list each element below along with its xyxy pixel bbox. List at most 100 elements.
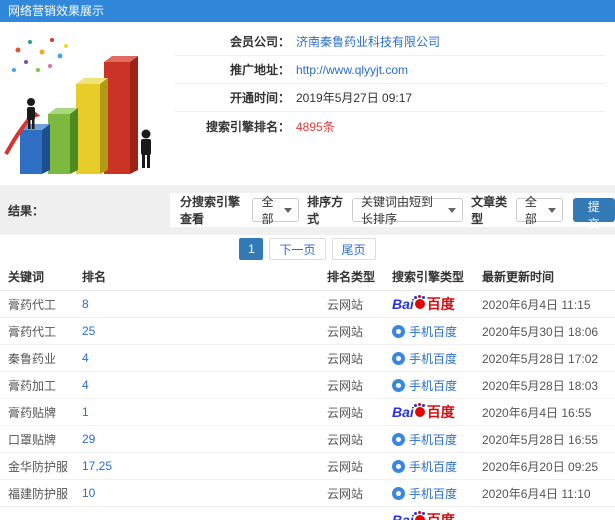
filter-panel: 分搜索引擎查看 全部 排序方式 关键词由短到长排序 文章类型 全部 提交 <box>170 193 615 231</box>
table-row: Bai 百度 <box>0 507 615 520</box>
table-row: 福建防护服 10 云网站 手机百度 2020年6月4日 11:10 <box>0 480 615 507</box>
mobile-baidu-link[interactable]: 手机百度 <box>392 377 457 394</box>
pagination-last[interactable]: 尾页 <box>331 238 376 260</box>
mobile-baidu-link[interactable]: 手机百度 <box>392 350 457 367</box>
mobile-baidu-label: 手机百度 <box>409 351 458 366</box>
keyword-cell: 福建防护服 <box>8 486 69 501</box>
baidu-paw-icon <box>413 404 425 417</box>
rank-link[interactable]: 1 <box>82 405 327 419</box>
col-rank: 排名 <box>82 270 107 284</box>
chart-illustration <box>0 22 175 185</box>
chevron-down-icon <box>284 207 293 213</box>
time-cell: 2020年5月30日 18:06 <box>482 324 599 339</box>
article-type-select[interactable]: 全部 <box>515 195 563 226</box>
baidu-logo-text-du: 百度 <box>426 296 455 312</box>
baidu-logo-text-bai: Bai <box>392 404 414 420</box>
time-cell: 2020年5月28日 16:55 <box>482 432 599 447</box>
article-type-value: 全部 <box>524 195 537 226</box>
keyword-cell: 金华防护服 <box>8 459 69 474</box>
pagination-next[interactable]: 下一页 <box>269 238 326 260</box>
table-row: 秦鲁药业 4 云网站 手机百度 2020年5月28日 17:02 <box>0 345 615 372</box>
engine-cell: 手机百度 <box>392 485 482 502</box>
baidu-paw-icon <box>413 512 425 520</box>
table-row: 口罩贴牌 29 云网站 手机百度 2020年5月28日 16:55 <box>0 426 615 453</box>
sort-filter-value: 关键词由短到长排序 <box>360 195 433 226</box>
table-header-row: 关键词 排名 排名类型 搜索引擎类型 最新更新时间 <box>0 263 615 291</box>
baidu-logo-text-du: 百度 <box>426 512 455 520</box>
pagination-page-1[interactable]: 1 <box>239 238 264 260</box>
rank-link[interactable]: 4 <box>82 351 327 365</box>
mobile-baidu-icon <box>392 432 405 446</box>
time-cell: 2020年5月28日 17:02 <box>482 351 599 366</box>
sort-filter-label: 排序方式 <box>307 195 344 226</box>
baidu-paw-icon <box>413 296 425 309</box>
table-row: 膏药加工 4 云网站 手机百度 2020年5月28日 18:03 <box>0 372 615 399</box>
open-time-label: 开通时间： <box>229 91 290 105</box>
chevron-down-icon <box>448 207 457 213</box>
engine-filter-label: 分搜索引擎查看 <box>180 195 241 226</box>
rank-type-cell: 云网站 <box>327 351 364 366</box>
mobile-baidu-label: 手机百度 <box>409 324 458 339</box>
mobile-baidu-link[interactable]: 手机百度 <box>392 431 457 448</box>
rank-link[interactable]: 10 <box>82 486 327 500</box>
submit-button[interactable]: 提交 <box>572 198 615 231</box>
engine-cell: 手机百度 <box>392 350 482 367</box>
mobile-baidu-link[interactable]: 手机百度 <box>392 458 457 475</box>
mobile-baidu-label: 手机百度 <box>409 459 458 474</box>
keyword-cell: 秦鲁药业 <box>8 351 57 366</box>
mobile-baidu-label: 手机百度 <box>409 432 458 447</box>
baidu-logo[interactable]: Bai 百度 <box>392 402 455 422</box>
engine-filter-select[interactable]: 全部 <box>252 195 300 226</box>
time-cell: 2020年6月4日 16:55 <box>482 405 592 420</box>
mobile-baidu-icon <box>392 324 405 338</box>
mobile-baidu-link[interactable]: 手机百度 <box>392 485 457 502</box>
rank-link[interactable]: 25 <box>82 324 327 338</box>
time-cell: 2020年6月20日 09:25 <box>482 459 599 474</box>
chevron-down-icon <box>547 207 556 213</box>
open-time-value: 2019年5月27日 09:17 <box>296 91 413 105</box>
member-company-label: 会员公司： <box>229 35 290 49</box>
rank-link[interactable]: 17,25 <box>82 459 327 473</box>
baidu-logo[interactable]: Bai 百度 <box>392 294 455 314</box>
rank-link[interactable]: 8 <box>82 297 327 311</box>
sort-filter-select[interactable]: 关键词由短到长排序 <box>351 195 464 226</box>
col-update-time: 最新更新时间 <box>482 270 555 284</box>
field-member-company: 会员公司： 济南秦鲁药业科技有限公司 <box>175 28 605 56</box>
member-company-link[interactable]: 济南秦鲁药业科技有限公司 <box>296 33 440 50</box>
mobile-baidu-icon <box>392 486 405 500</box>
table-row: 金华防护服 17,25 云网站 手机百度 2020年6月20日 09:25 <box>0 453 615 480</box>
rank-type-cell: 云网站 <box>327 432 364 447</box>
filter-band: 结果： 分搜索引擎查看 全部 排序方式 关键词由短到长排序 文章类型 全部 提交 <box>0 193 615 231</box>
mobile-baidu-label: 手机百度 <box>409 486 458 501</box>
rank-type-cell: 云网站 <box>327 297 364 312</box>
baidu-logo-text-bai: Bai <box>392 296 414 312</box>
company-info: 会员公司： 济南秦鲁药业科技有限公司 推广地址： http://www.qlyy… <box>175 22 615 185</box>
mobile-baidu-icon <box>392 459 405 473</box>
table-body: 膏药代工 8 云网站 Bai 百度 2020年6月4日 11:15 膏药代工 25 云网站 手机百… <box>0 291 615 520</box>
engine-filter-value: 全部 <box>261 195 274 226</box>
field-engine-rank-count: 搜索引擎排名： 4895条 <box>175 112 605 140</box>
baidu-logo-text-bai: Bai <box>392 512 414 520</box>
engine-cell: Bai 百度 <box>392 294 482 314</box>
mobile-baidu-icon <box>392 351 405 365</box>
mobile-baidu-link[interactable]: 手机百度 <box>392 323 457 340</box>
time-cell: 2020年6月4日 11:10 <box>482 486 591 501</box>
rank-link[interactable]: 29 <box>82 432 327 446</box>
keyword-cell: 膏药贴牌 <box>8 405 57 420</box>
engine-cell: 手机百度 <box>392 323 482 340</box>
article-type-label: 文章类型 <box>471 195 508 226</box>
page-title: 网络营销效果展示 <box>0 0 615 22</box>
bar-chart-image <box>4 38 151 174</box>
baidu-logo[interactable]: Bai 百度 <box>392 510 455 520</box>
field-open-time: 开通时间： 2019年5月27日 09:17 <box>175 84 605 112</box>
promo-url-link[interactable]: http://www.qlyyjt.com <box>296 63 408 77</box>
engine-cell: 手机百度 <box>392 458 482 475</box>
engine-rank-count-value: 4895条 <box>296 119 335 134</box>
engine-rank-count-label: 搜索引擎排名： <box>205 119 290 134</box>
rank-type-cell: 云网站 <box>327 378 364 393</box>
baidu-logo-text-du: 百度 <box>426 404 455 420</box>
col-engine-type: 搜索引擎类型 <box>392 270 465 284</box>
rank-link[interactable]: 4 <box>82 378 327 392</box>
table-row: 膏药代工 25 云网站 手机百度 2020年5月30日 18:06 <box>0 318 615 345</box>
rank-type-cell: 云网站 <box>327 405 364 420</box>
